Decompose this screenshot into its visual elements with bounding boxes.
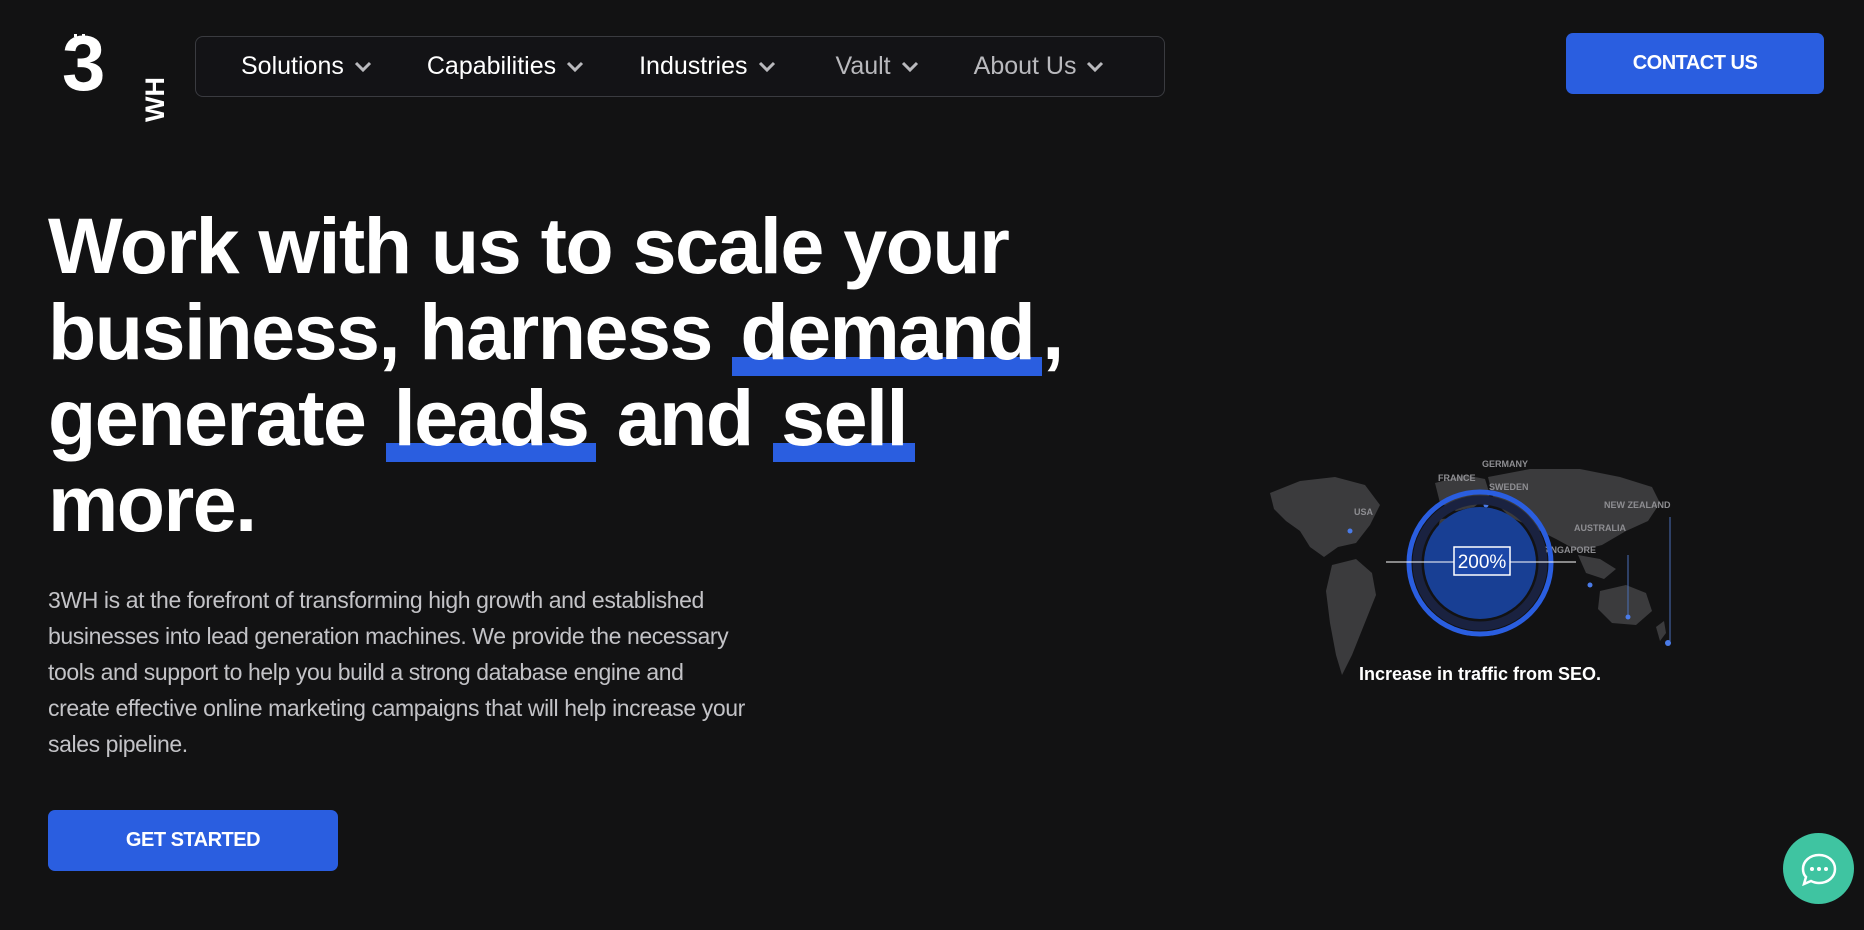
nav-vault-label: Vault: [835, 52, 891, 80]
nav-industries-label: Industries: [639, 52, 748, 80]
chat-button[interactable]: [1783, 833, 1854, 904]
label-usa: USA: [1354, 507, 1374, 517]
nav-about-us-label: About Us: [973, 52, 1077, 80]
world-map: GERMANY FRANCE SWEDEN USA NEW ZEALAND AU…: [1270, 459, 1671, 675]
chevron-down-icon: [1087, 61, 1104, 72]
contact-us-button[interactable]: CONTACT US: [1566, 33, 1824, 94]
chat-bubble-icon: [1801, 853, 1836, 886]
nav-industries[interactable]: Industries: [639, 52, 775, 81]
chevron-down-icon: [567, 61, 584, 72]
nav-capabilities-label: Capabilities: [426, 52, 557, 80]
hero-title-part3: and: [616, 373, 754, 462]
stat-value: 200%: [1458, 552, 1507, 573]
hero-title: Work with us to scale your business, har…: [48, 203, 1078, 547]
label-france: FRANCE: [1438, 473, 1476, 483]
map-caption: Increase in traffic from SEO.: [1358, 664, 1602, 684]
chevron-down-icon: [758, 61, 775, 72]
label-new-zealand: NEW ZEALAND: [1604, 500, 1671, 510]
hero-description: 3WH is at the forefront of transforming …: [48, 587, 745, 757]
label-sweden: SWEDEN: [1489, 482, 1529, 492]
nav-about-us[interactable]: About Us: [974, 52, 1105, 81]
get-started-button[interactable]: GET STARTED: [48, 810, 338, 871]
nav-vault[interactable]: Vault: [836, 52, 919, 81]
nav-solutions[interactable]: Solutions: [241, 52, 372, 81]
main-nav: Solutions Capabilities Industries Vault …: [195, 36, 1165, 97]
logo-letters: WH: [140, 77, 170, 122]
highlight-sell: sell: [773, 373, 915, 462]
label-australia: AUSTRALIA: [1574, 523, 1626, 533]
highlight-leads: leads: [385, 373, 597, 462]
logo[interactable]: 3 WH: [62, 24, 170, 122]
logo-dots: [74, 34, 85, 45]
chevron-down-icon: [901, 61, 918, 72]
hero-title-part4: more.: [48, 459, 257, 548]
chevron-down-icon: [354, 61, 371, 72]
highlight-demand: demand: [732, 287, 1043, 376]
label-germany: GERMANY: [1482, 459, 1528, 469]
nav-capabilities[interactable]: Capabilities: [427, 52, 584, 81]
nav-solutions-label: Solutions: [241, 52, 344, 80]
